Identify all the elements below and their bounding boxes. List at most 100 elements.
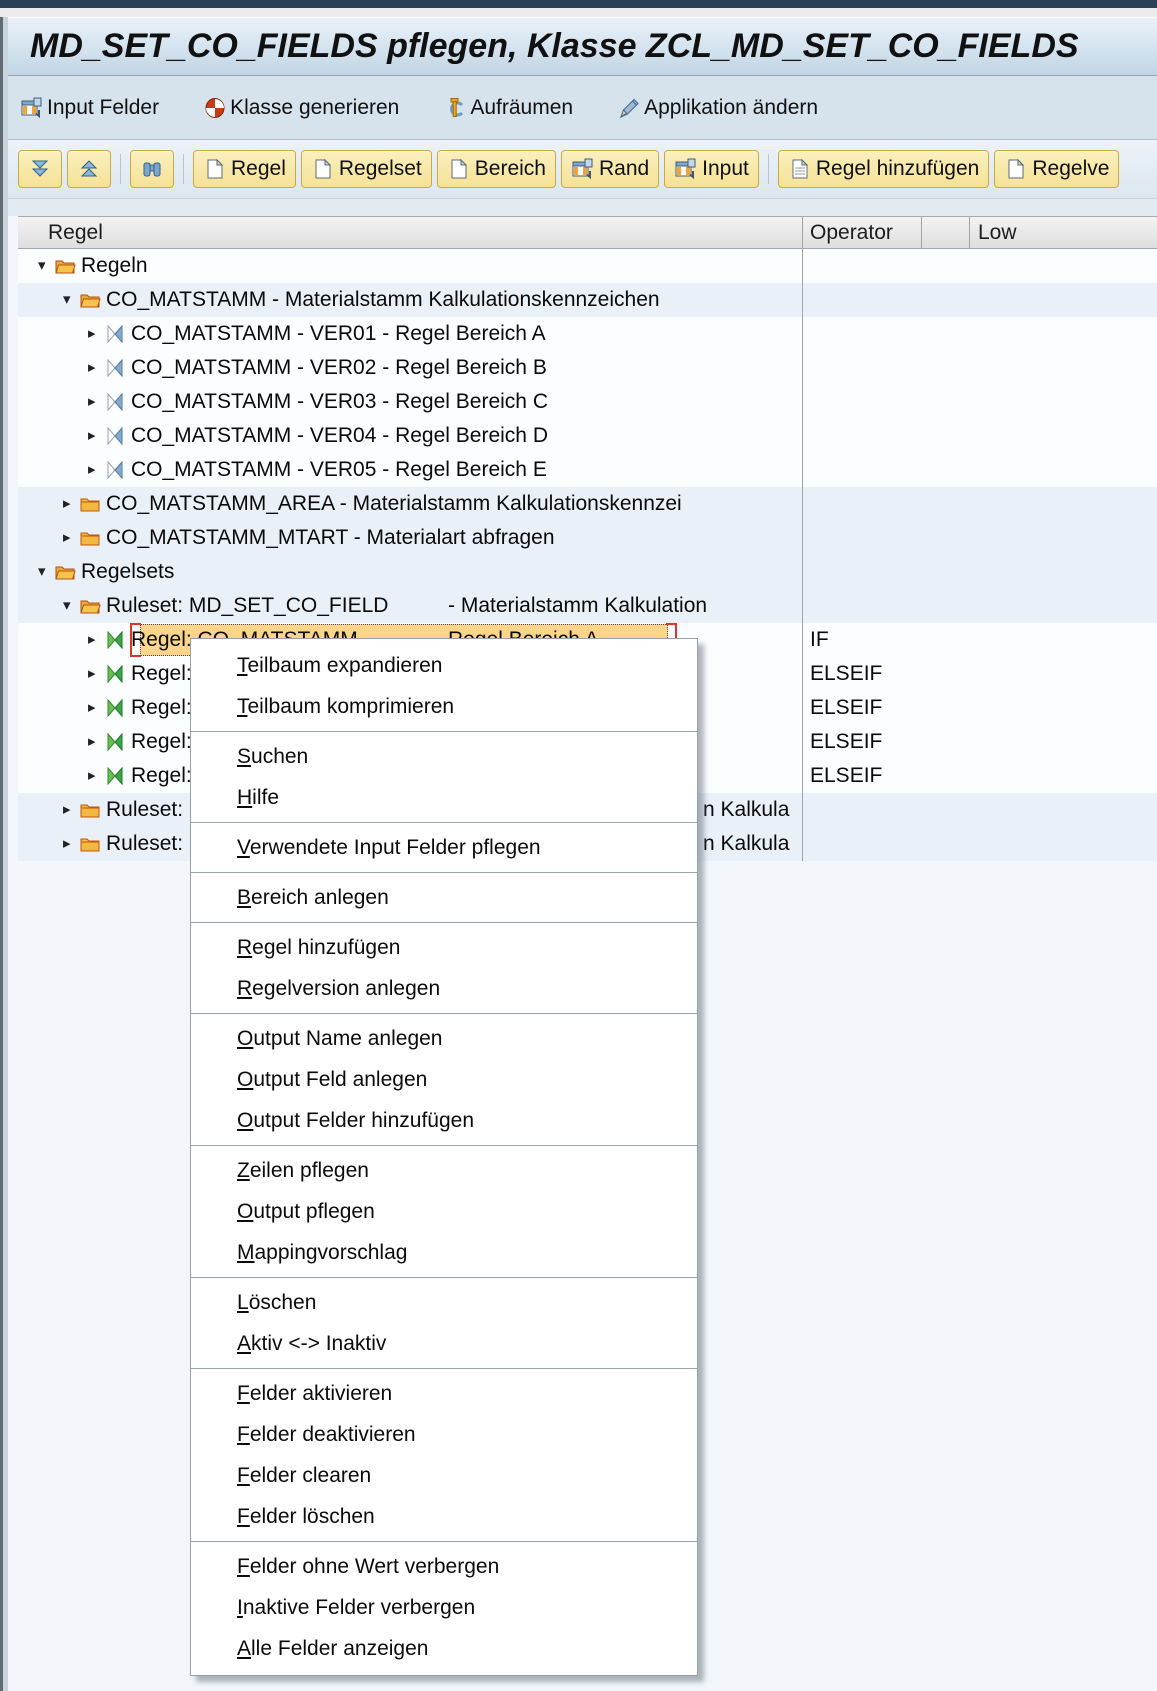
tree-cell: ▸ CO_MATSTAMM - VER01 - Regel Bereich A	[18, 317, 802, 351]
expander-expanded-icon[interactable]: ▾	[38, 555, 46, 589]
toolbar-button-rand[interactable]: Rand	[561, 150, 659, 188]
toolbar-button-label: Rand	[599, 157, 649, 181]
menu-item-verwendete-input-felder-pflegen[interactable]: Verwendete Input Felder pflegen	[191, 827, 697, 868]
selection-bracket-left	[130, 623, 141, 657]
menu-item-felder-aktivieren[interactable]: Felder aktivieren	[191, 1373, 697, 1414]
rule-green-icon	[104, 663, 126, 685]
tree-node-label: CO_MATSTAMM_MTART - Materialart abfragen	[106, 521, 555, 555]
menu-item-mappingvorschlag[interactable]: Mappingvorschlag	[191, 1232, 697, 1273]
tree-cell: ▸CO_MATSTAMM - VER02 - Regel Bereich B	[18, 351, 802, 385]
tree-row-ruleset-md-set-co-field[interactable]: ▾Ruleset: MD_SET_CO_FIELD- Materialstamm…	[18, 589, 1157, 623]
menu-item-teilbaum-expandieren[interactable]: Teilbaum expandieren	[191, 645, 697, 686]
tools-icon	[443, 96, 467, 120]
tree-row-co-matstamm-materialstamm-kalkulationskennzeichen[interactable]: ▾CO_MATSTAMM - Materialstamm Kalkulation…	[18, 283, 1157, 317]
menu-item-felder-deaktivieren[interactable]: Felder deaktivieren	[191, 1414, 697, 1455]
tree-node-label: Ruleset: MD_SET_CO_FIELD	[106, 589, 388, 623]
menu-item-output-felder-hinzufügen[interactable]: Output Felder hinzufügen	[191, 1100, 697, 1141]
menu-separator	[191, 872, 697, 873]
tree-node-label: CO_MATSTAMM - VER04 - Regel Bereich D	[131, 419, 548, 453]
menu-item-output-name-anlegen[interactable]: Output Name anlegen	[191, 1018, 697, 1059]
table-io-icon	[20, 96, 44, 120]
column-header-regel[interactable]: Regel	[48, 217, 103, 248]
expander-collapsed-icon[interactable]: ▸	[88, 657, 96, 691]
toolbar-button-binoculars[interactable]	[130, 150, 174, 188]
expander-collapsed-icon[interactable]: ▸	[63, 793, 71, 827]
toolbar-button-input[interactable]: Input	[664, 150, 759, 188]
app-toolbar-item-klasse-generieren[interactable]: Klasse generieren	[203, 96, 399, 120]
expander-collapsed-icon[interactable]: ▸	[88, 725, 96, 759]
tree-cell: ▾Regeln	[18, 249, 802, 283]
menu-item-felder-clearen[interactable]: Felder clearen	[191, 1455, 697, 1496]
app-toolbar-item-aufräumen[interactable]: Aufräumen	[443, 96, 573, 120]
app-toolbar-item-input-felder[interactable]: Input Felder	[20, 96, 159, 120]
menu-separator	[191, 731, 697, 732]
tree-row-co-matstamm-ver01-regel-bereich-a[interactable]: ▸ CO_MATSTAMM - VER01 - Regel Bereich A	[18, 317, 1157, 351]
menu-item-regelversion-anlegen[interactable]: Regelversion anlegen	[191, 968, 697, 1009]
page-title: MD_SET_CO_FIELDS pflegen, Klasse ZCL_MD_…	[8, 18, 1157, 75]
folder-open-icon	[54, 255, 76, 277]
menu-item-zeilen-pflegen[interactable]: Zeilen pflegen	[191, 1150, 697, 1191]
folder-closed-icon	[79, 833, 101, 855]
menu-item-output-feld-anlegen[interactable]: Output Feld anlegen	[191, 1059, 697, 1100]
tree-row-co-matstamm-ver02-regel-bereich-b[interactable]: ▸CO_MATSTAMM - VER02 - Regel Bereich B	[18, 351, 1157, 385]
menu-item-felder-löschen[interactable]: Felder löschen	[191, 1496, 697, 1537]
expander-collapsed-icon[interactable]: ▸	[88, 419, 96, 453]
menu-separator	[191, 1541, 697, 1542]
tree-node-label: CO_MATSTAMM - VER01 - Regel Bereich A	[131, 317, 546, 351]
column-header-operator[interactable]: Operator	[810, 217, 893, 248]
expander-collapsed-icon[interactable]: ▸	[88, 759, 96, 793]
tree-row-co-matstamm-ver04-regel-bereich-d[interactable]: ▸ CO_MATSTAMM - VER04 - Regel Bereich D	[18, 419, 1157, 453]
operator-cell: IF	[810, 623, 829, 657]
tree-row-regeln[interactable]: ▾Regeln	[18, 249, 1157, 283]
tree-cell: ▸ CO_MATSTAMM - VER04 - Regel Bereich D	[18, 419, 802, 453]
tree-row-co-matstamm-ver05-regel-bereich-e[interactable]: ▸CO_MATSTAMM - VER05 - Regel Bereich E	[18, 453, 1157, 487]
folder-closed-icon	[79, 493, 101, 515]
tree-row-co-matstamm-ver03-regel-bereich-c[interactable]: ▸CO_MATSTAMM - VER03 - Regel Bereich C	[18, 385, 1157, 419]
tree-row-co-matstamm-mtart-materialart-abfragen[interactable]: ▸ CO_MATSTAMM_MTART - Materialart abfrage…	[18, 521, 1157, 555]
toolbar-button-bereich[interactable]: Bereich	[437, 150, 556, 188]
expander-collapsed-icon[interactable]: ▸	[88, 385, 96, 419]
header-divider	[802, 217, 803, 248]
tree-cell: ▸CO_MATSTAMM - VER05 - Regel Bereich E	[18, 453, 802, 487]
expander-expanded-icon[interactable]: ▾	[63, 589, 71, 623]
toolbar-button-regelset[interactable]: Regelset	[301, 150, 432, 188]
app-toolbar-item-applikation-ändern[interactable]: Applikation ändern	[617, 96, 818, 120]
toolbar-button-regelve[interactable]: Regelve	[994, 150, 1119, 188]
expander-collapsed-icon[interactable]: ▸	[63, 521, 71, 555]
expander-collapsed-icon[interactable]: ▸	[63, 827, 71, 861]
tree-row-co-matstamm-area-materialstamm-kalkulationskennzei[interactable]: ▸ CO_MATSTAMM_AREA - Materialstamm Kalkul…	[18, 487, 1157, 521]
toolbar-gap	[8, 199, 1157, 216]
menu-item-aktiv-inaktiv[interactable]: Aktiv <-> Inaktiv	[191, 1323, 697, 1364]
expander-expanded-icon[interactable]: ▾	[63, 283, 71, 317]
doc-icon	[447, 157, 471, 181]
menu-item-inaktive-felder-verbergen[interactable]: Inaktive Felder verbergen	[191, 1587, 697, 1628]
column-header-low[interactable]: Low	[978, 217, 1017, 248]
expander-collapsed-icon[interactable]: ▸	[88, 317, 96, 351]
menu-item-bereich-anlegen[interactable]: Bereich anlegen	[191, 877, 697, 918]
menu-item-output-pflegen[interactable]: Output pflegen	[191, 1191, 697, 1232]
tree-node-label: CO_MATSTAMM_AREA - Materialstamm Kalkula…	[106, 487, 682, 521]
toolbar-button-chevrons-down[interactable]	[18, 150, 62, 188]
menu-item-felder-ohne-wert-verbergen[interactable]: Felder ohne Wert verbergen	[191, 1546, 697, 1587]
menu-item-teilbaum-komprimieren[interactable]: Teilbaum komprimieren	[191, 686, 697, 727]
menu-item-alle-felder-anzeigen[interactable]: Alle Felder anzeigen	[191, 1628, 697, 1669]
menu-item-hilfe[interactable]: Hilfe	[191, 777, 697, 818]
app-toolbar-label: Applikation ändern	[644, 96, 818, 120]
expander-collapsed-icon[interactable]: ▸	[88, 351, 96, 385]
tree-row-regelsets[interactable]: ▾Regelsets	[18, 555, 1157, 589]
toolbar-button-regel[interactable]: Regel	[193, 150, 296, 188]
toolbar-button-chevrons-up[interactable]	[67, 150, 111, 188]
expander-collapsed-icon[interactable]: ▸	[88, 691, 96, 725]
toolbar-button-regel-hinzufügen[interactable]: Regel hinzufügen	[778, 150, 989, 188]
expander-expanded-icon[interactable]: ▾	[38, 249, 46, 283]
expander-collapsed-icon[interactable]: ▸	[63, 487, 71, 521]
app-toolbar-label: Klasse generieren	[230, 96, 399, 120]
expander-collapsed-icon[interactable]: ▸	[88, 453, 96, 487]
tree-cell: ▸ CO_MATSTAMM_MTART - Materialart abfrage…	[18, 521, 802, 555]
menu-item-regel-hinzufügen[interactable]: Regel hinzufügen	[191, 927, 697, 968]
expander-collapsed-icon[interactable]: ▸	[88, 623, 96, 657]
toolbar-separator	[768, 154, 769, 184]
menu-item-suchen[interactable]: Suchen	[191, 736, 697, 777]
menu-item-löschen[interactable]: Löschen	[191, 1282, 697, 1323]
doc-icon	[311, 157, 335, 181]
